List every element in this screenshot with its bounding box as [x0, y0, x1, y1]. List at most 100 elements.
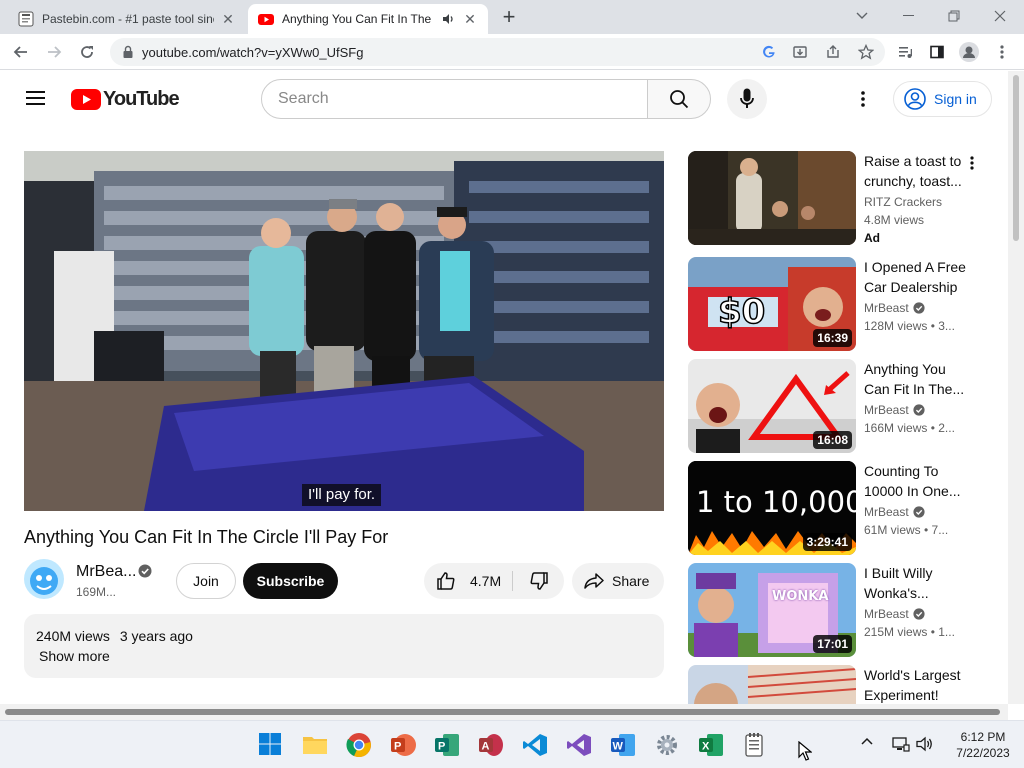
svg-text:$0: $0 — [718, 292, 765, 332]
tab-search-icon[interactable] — [844, 4, 880, 28]
word-icon[interactable]: W — [610, 732, 636, 758]
recommendation-thumbnail[interactable]: 1 to 10,000 3:29:41 — [688, 461, 856, 555]
youtube-header: YouTube Sign in — [0, 71, 1008, 127]
google-icon[interactable] — [761, 44, 777, 60]
forward-button[interactable] — [42, 40, 66, 64]
reload-button[interactable] — [75, 40, 99, 64]
notepad-icon[interactable] — [742, 732, 768, 758]
recommendation-channel[interactable]: MrBeast — [864, 505, 925, 519]
media-control-icon[interactable] — [893, 40, 917, 64]
verified-badge-icon — [913, 404, 925, 416]
channel-name[interactable]: MrBea... — [76, 563, 136, 581]
start-windows-icon[interactable] — [258, 732, 284, 758]
recommendation-title[interactable]: World's Largest Experiment! — [864, 665, 972, 704]
guide-menu-icon[interactable] — [26, 90, 46, 106]
more-actions-icon[interactable] — [970, 155, 982, 171]
recommendation-channel[interactable]: MrBeast — [864, 607, 925, 621]
recommendation-item[interactable]: WONKA 17:01 I Built Willy Wonka's... MrB… — [688, 563, 992, 657]
recommendation-title[interactable]: I Built Willy Wonka's... — [864, 563, 972, 603]
address-bar[interactable]: youtube.com/watch?v=yXWw0_UfSFg — [110, 38, 885, 66]
recommendation-views: 215M views • 1... — [864, 625, 955, 639]
search-box[interactable] — [261, 79, 648, 119]
recommendation-thumbnail[interactable] — [688, 665, 856, 704]
subscribe-button[interactable]: Subscribe — [243, 563, 338, 599]
vertical-scrollbar[interactable] — [1008, 71, 1024, 704]
voice-search-button[interactable] — [727, 79, 767, 119]
tab-close-icon[interactable]: ✕ — [220, 11, 236, 27]
recommendation-thumbnail[interactable]: $0 16:39 — [688, 257, 856, 351]
share-button[interactable]: Share — [572, 563, 664, 599]
new-tab-button[interactable]: + — [498, 6, 520, 29]
youtube-logo-text: YouTube — [103, 88, 180, 110]
settings-more-icon[interactable] — [861, 90, 865, 108]
recommendation-title[interactable]: Raise a toast to crunchy, toast... — [864, 151, 972, 191]
profile-avatar-icon[interactable] — [957, 40, 981, 64]
video-duration: 16:39 — [813, 329, 852, 347]
install-app-icon[interactable] — [792, 44, 808, 60]
show-more-button[interactable]: Show more — [39, 648, 110, 664]
bookmark-star-icon[interactable] — [858, 44, 874, 60]
settings-gear-icon[interactable] — [654, 732, 680, 758]
minimize-button[interactable] — [891, 4, 927, 28]
powerpoint-icon[interactable]: P — [390, 732, 416, 758]
join-button[interactable]: Join — [176, 563, 236, 599]
video-player[interactable] — [24, 151, 664, 511]
publisher-icon[interactable]: P — [434, 732, 460, 758]
access-icon[interactable]: A — [478, 732, 504, 758]
show-hidden-icons-chevron-icon[interactable] — [860, 736, 876, 752]
channel-avatar[interactable] — [24, 559, 64, 599]
recommendation-item[interactable]: 16:08 Anything You Can Fit In The... MrB… — [688, 359, 992, 453]
back-button[interactable] — [9, 40, 33, 64]
description-box[interactable]: 240M views 3 years ago Show more — [24, 614, 664, 678]
excel-icon[interactable]: X — [698, 732, 724, 758]
share-page-icon[interactable] — [825, 44, 841, 60]
recommendation-views: 128M views • 3... — [864, 319, 955, 333]
lock-icon[interactable] — [120, 44, 136, 60]
horizontal-scroll-thumb[interactable] — [5, 709, 1000, 715]
sign-in-button[interactable]: Sign in — [893, 81, 992, 117]
dislike-button[interactable] — [513, 563, 564, 599]
like-count: 4.7M — [470, 573, 502, 589]
like-button[interactable]: 4.7M — [424, 563, 512, 599]
video-title: Anything You Can Fit In The Circle I'll … — [24, 527, 389, 547]
video-caption: I'll pay for. — [302, 484, 382, 506]
video-duration: 16:08 — [813, 431, 852, 449]
tab-close-icon[interactable]: ✕ — [462, 11, 478, 27]
recommendation-channel[interactable]: MrBeast — [864, 403, 925, 417]
volume-icon[interactable] — [916, 736, 934, 754]
search-input[interactable] — [262, 80, 647, 118]
chrome-menu-icon[interactable] — [990, 40, 1014, 64]
recommendation-thumbnail[interactable]: WONKA 17:01 — [688, 563, 856, 657]
youtube-favicon-icon — [258, 11, 274, 27]
recommendation-channel[interactable]: MrBeast — [864, 301, 925, 315]
recommendation-title[interactable]: I Opened A Free Car Dealership — [864, 257, 972, 297]
chrome-taskbar-icon[interactable] — [346, 732, 372, 758]
windows-taskbar: P P A W X 6:12 PM 7/22/2023 — [0, 720, 1024, 768]
recommendation-thumbnail[interactable]: 16:08 — [688, 359, 856, 453]
file-explorer-icon[interactable] — [302, 732, 328, 758]
youtube-logo[interactable]: YouTube — [71, 88, 180, 111]
visual-studio-icon[interactable] — [566, 732, 592, 758]
vscode-icon[interactable] — [522, 732, 548, 758]
system-clock[interactable]: 6:12 PM 7/22/2023 — [950, 729, 1016, 761]
tab-pastebin[interactable]: Pastebin.com - #1 paste tool since ✕ — [8, 4, 246, 34]
thumbnail-text: 1 to 10,000 — [696, 485, 856, 519]
vertical-scroll-thumb[interactable] — [1013, 75, 1019, 241]
tab-youtube[interactable]: Anything You Can Fit In The ✕ — [248, 4, 488, 34]
close-window-button[interactable] — [982, 4, 1018, 28]
recommendation-title[interactable]: Counting To 10000 In One... — [864, 461, 972, 501]
side-panel-icon[interactable] — [925, 40, 949, 64]
restore-button[interactable] — [936, 4, 972, 28]
search-button[interactable] — [647, 79, 711, 119]
network-icon[interactable] — [892, 736, 910, 754]
horizontal-scrollbar[interactable] — [0, 704, 1008, 720]
recommendation-item[interactable]: Raise a toast to crunchy, toast... RITZ … — [688, 151, 992, 245]
recommendation-channel[interactable]: RITZ Crackers — [864, 195, 942, 209]
audio-playing-icon[interactable] — [442, 12, 456, 26]
recommendation-item[interactable]: World's Largest Experiment! — [688, 665, 992, 704]
recommendation-title[interactable]: Anything You Can Fit In The... — [864, 359, 972, 399]
ad-badge: Ad — [864, 231, 880, 245]
recommendation-thumbnail[interactable] — [688, 151, 856, 245]
recommendation-item[interactable]: $0 16:39 I Opened A Free Car Dealership … — [688, 257, 992, 351]
recommendation-item[interactable]: 1 to 10,000 3:29:41 Counting To 10000 In… — [688, 461, 992, 555]
